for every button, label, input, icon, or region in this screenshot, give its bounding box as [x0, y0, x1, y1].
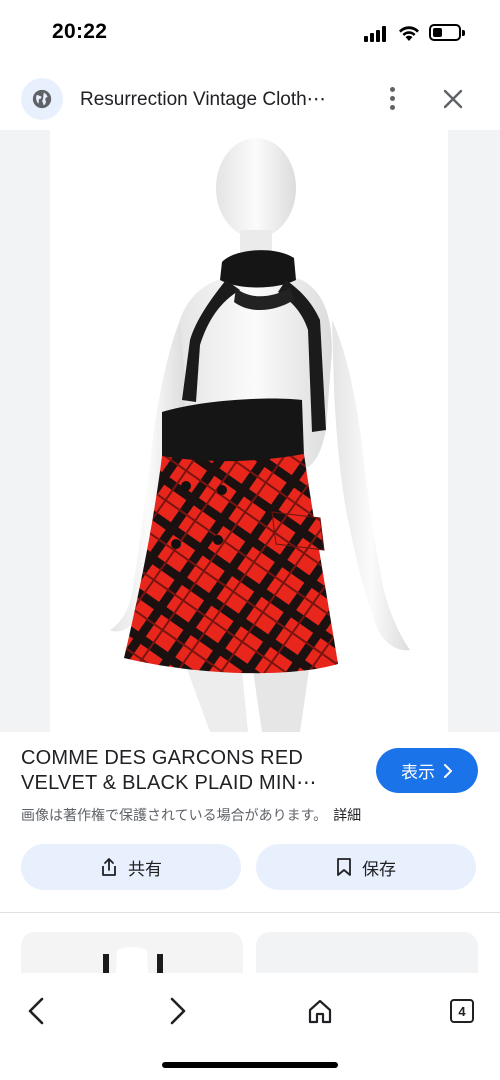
visit-button[interactable]: 表示: [376, 748, 478, 793]
tab-count: 4: [450, 999, 474, 1023]
close-button[interactable]: [438, 84, 468, 114]
result-title-line1: COMME DES GARCONS RED: [21, 747, 304, 769]
share-button[interactable]: 共有: [21, 844, 241, 890]
back-button[interactable]: [16, 991, 56, 1031]
more-vert-icon: [389, 86, 395, 92]
more-options-button[interactable]: [378, 80, 406, 116]
chevron-right-icon: [444, 763, 452, 778]
status-time: 20:22: [52, 20, 108, 43]
divider: [0, 912, 500, 913]
battery-icon: [429, 24, 465, 41]
visit-button-label: 表示: [401, 763, 435, 782]
copyright-text: 画像は著作権で保護されている場合があります。: [21, 807, 328, 823]
forward-button[interactable]: [158, 991, 198, 1031]
chevron-left-icon: [28, 997, 44, 1025]
cellular-signal-icon: [364, 26, 390, 42]
site-title[interactable]: Resurrection Vintage Cloth⋯: [80, 88, 360, 111]
share-icon: [102, 858, 116, 876]
product-image[interactable]: [50, 130, 448, 732]
globe-icon: [21, 78, 63, 120]
ruffle-waistband: [162, 398, 304, 463]
bookmark-icon: [337, 858, 351, 876]
image-preview-area[interactable]: [0, 130, 500, 732]
share-label: 共有: [128, 859, 162, 879]
bottom-navigation: 4: [0, 973, 500, 1080]
home-button[interactable]: [300, 991, 340, 1031]
home-indicator: [162, 1062, 338, 1068]
mannequin-right-arm: [332, 320, 410, 651]
mannequin-head: [216, 138, 296, 238]
save-button[interactable]: 保存: [256, 844, 476, 890]
ruffle-collar: [220, 250, 296, 288]
home-icon: [308, 999, 332, 1024]
tabs-button[interactable]: 4: [442, 991, 482, 1031]
status-bar: 20:22: [0, 0, 500, 66]
result-title-line2: VELVET & BLACK PLAID MIN⋯: [21, 772, 317, 794]
save-label: 保存: [362, 859, 396, 879]
result-header: Resurrection Vintage Cloth⋯: [0, 66, 500, 130]
details-link[interactable]: 詳細: [333, 807, 361, 823]
wifi-icon: [399, 26, 419, 41]
chevron-right-icon: [170, 997, 186, 1025]
result-title[interactable]: COMME DES GARCONS RED VELVET & BLACK PLA…: [21, 746, 361, 796]
copyright-notice: 画像は著作権で保護されている場合があります。 詳細: [21, 805, 361, 825]
